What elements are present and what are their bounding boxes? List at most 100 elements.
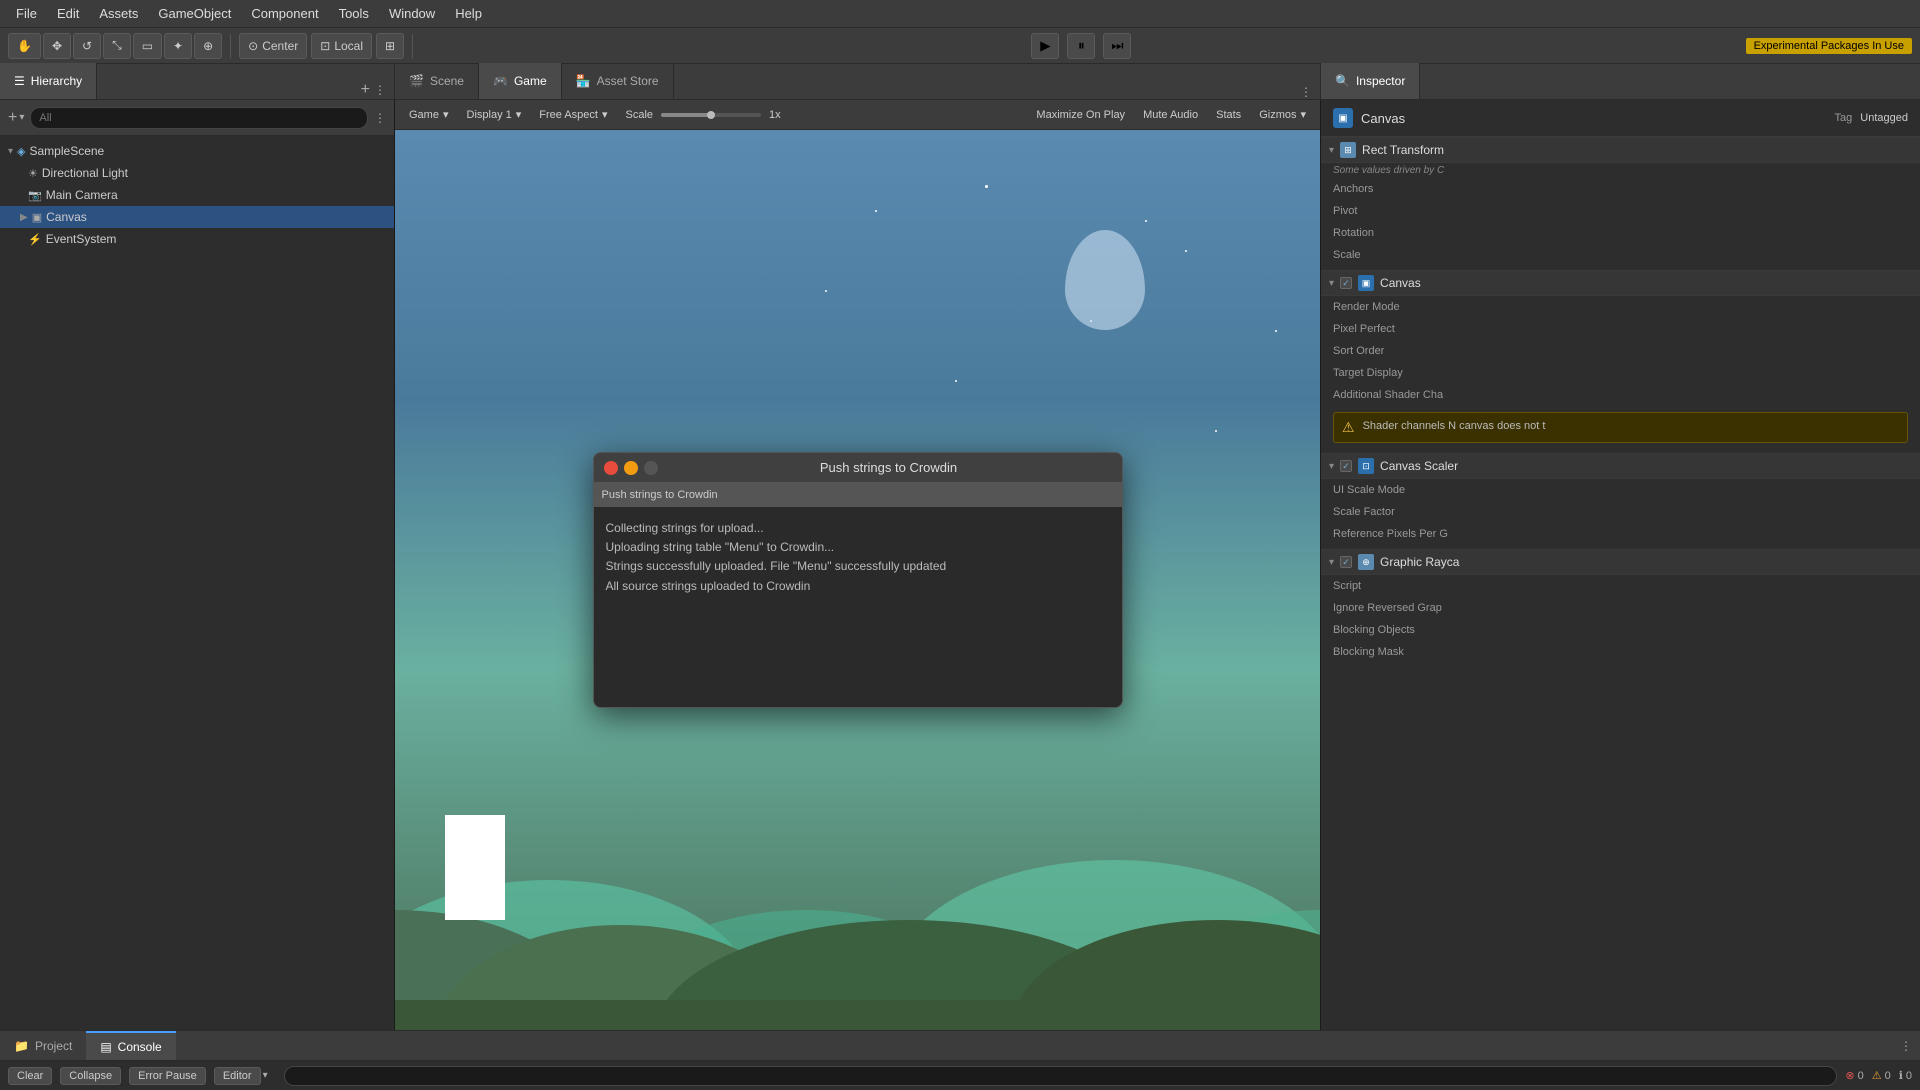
scale-control[interactable]: Scale 1x [620,107,787,123]
tab-inspector[interactable]: 🔍 Inspector [1321,63,1420,99]
game-display-selector[interactable]: Game ▾ [403,106,455,123]
rect-tool[interactable]: ▭ [133,33,162,59]
menu-assets[interactable]: Assets [91,4,146,23]
dialog-min-btn[interactable] [624,461,638,475]
light-icon: ☀ [28,167,38,180]
pause-btn[interactable]: ⏸ [1067,33,1095,59]
clear-btn[interactable]: Clear [8,1067,52,1085]
render-mode-row: Render Mode [1321,296,1920,318]
stats-btn[interactable]: Stats [1210,107,1247,123]
display-selector[interactable]: Display 1 ▾ [461,106,528,123]
blocking-mask-row: Blocking Mask [1321,641,1920,663]
star [875,210,877,212]
asset-store-icon: 🏪 [576,74,591,88]
move-tool[interactable]: ✥ [43,33,71,59]
blocking-objects-row: Blocking Objects [1321,619,1920,641]
center-btn[interactable]: ⊙ Center [239,33,307,59]
canvas-scaler-checkbox[interactable]: ✓ [1340,460,1352,472]
inspector-object-header: ▣ Canvas Tag Untagged [1321,100,1920,137]
canvas-scaler-section-header[interactable]: ▾ ✓ ⊡ Canvas Scaler [1321,453,1920,479]
shader-channels-label: Additional Shader Cha [1333,389,1473,401]
graphic-raycaster-checkbox[interactable]: ✓ [1340,556,1352,568]
dialog-progress-bar: Push strings to Crowdin [594,483,1122,507]
graphic-raycaster-section-header[interactable]: ▾ ✓ ⊕ Graphic Rayca [1321,549,1920,575]
camera-icon: 📷 [28,189,42,202]
local-btn[interactable]: ⊡ Local [311,33,372,59]
shader-channels-row: Additional Shader Cha [1321,384,1920,406]
canvas-scaler-enabled[interactable]: ✓ [1340,460,1352,472]
error-pause-btn[interactable]: Error Pause [129,1067,206,1085]
menu-edit[interactable]: Edit [49,4,87,23]
hier-item-eventsystem[interactable]: ⚡ EventSystem [0,228,394,250]
menu-tools[interactable]: Tools [331,4,377,23]
hand-tool[interactable]: ✋ [8,33,41,59]
event-icon: ⚡ [28,233,42,246]
console-search[interactable] [284,1066,1838,1086]
hier-item-directional-light[interactable]: ☀ Directional Light [0,162,394,184]
gizmos-arrow-icon: ▾ [1300,108,1306,121]
console-tab[interactable]: ▤ Console [86,1031,175,1061]
star [1275,330,1277,332]
warning-text: Shader channels N canvas does not t [1363,419,1546,434]
bottom-tab-bar: 📁 Project ▤ Console ⋮ [0,1030,1920,1060]
scale-tool[interactable]: ⤡ [103,33,131,59]
hier-item-main-camera[interactable]: 📷 Main Camera [0,184,394,206]
console-tab-icon: ▤ [100,1040,111,1054]
graphic-raycaster-enabled[interactable]: ✓ [1340,556,1352,568]
ref-pixels-label: Reference Pixels Per G [1333,528,1473,540]
editor-dropdown[interactable]: Editor ▾ [214,1067,268,1085]
play-controls: ▶ ⏸ ⏭ [421,33,1742,59]
add-btn[interactable]: +▾ [8,109,24,127]
graphic-raycaster-icon: ⊕ [1358,554,1374,570]
bottom-more-btn[interactable]: ⋮ [1900,1039,1912,1053]
tab-game[interactable]: 🎮 Game [479,63,562,99]
play-btn[interactable]: ▶ [1031,33,1059,59]
menu-gameobject[interactable]: GameObject [150,4,239,23]
project-tab[interactable]: 📁 Project [0,1031,86,1061]
scale-factor-row: Scale Factor [1321,501,1920,523]
scale-row: Scale [1321,244,1920,266]
target-display-label: Target Display [1333,367,1473,379]
star [985,185,988,188]
menu-file[interactable]: File [8,4,45,23]
canvas-section-header[interactable]: ▾ ✓ ▣ Canvas [1321,270,1920,296]
ui-scale-row: UI Scale Mode [1321,479,1920,501]
hier-label: Canvas [46,210,87,224]
anchors-row: Anchors [1321,178,1920,200]
tab-hierarchy[interactable]: ☰ Hierarchy [0,63,97,99]
editor-btn[interactable]: Editor [214,1067,261,1085]
hierarchy-more-btn[interactable]: ⋮ [374,111,386,125]
grid-btn[interactable]: ⊞ [376,33,404,59]
maximize-on-play[interactable]: Maximize On Play [1030,107,1131,123]
add-hierarchy-btn[interactable]: + [361,81,370,99]
gizmos-btn[interactable]: Gizmos ▾ [1253,106,1312,123]
collapse-btn[interactable]: Collapse [60,1067,121,1085]
menu-component[interactable]: Component [243,4,326,23]
custom-tool[interactable]: ⊕ [194,33,222,59]
rect-transform-section-header[interactable]: ▾ ⊞ Rect Transform [1321,137,1920,163]
canvas-enabled-toggle[interactable]: ✓ [1340,277,1352,289]
transform-tool[interactable]: ✦ [164,33,192,59]
step-btn[interactable]: ⏭ [1103,33,1131,59]
tab-scene[interactable]: 🎬 Scene [395,63,479,99]
hierarchy-header: +▾ ⋮ [0,100,394,136]
rotate-tool[interactable]: ↺ [73,33,101,59]
hier-item-samplescene[interactable]: ▾ ◈ SampleScene [0,140,394,162]
canvas-checkbox[interactable]: ✓ [1340,277,1352,289]
dialog-max-btn[interactable] [644,461,658,475]
canvas-scaler-label: Canvas Scaler [1380,459,1458,473]
more-options-btn[interactable]: ⋮ [1300,85,1312,99]
canvas-section-label: Canvas [1380,276,1421,290]
hier-item-canvas[interactable]: ▶ ▣ Canvas [0,206,394,228]
hier-label: Main Camera [46,188,118,202]
tab-asset-store[interactable]: 🏪 Asset Store [562,63,674,99]
canvas-scaler-arrow: ▾ [1329,461,1334,472]
menu-help[interactable]: Help [447,4,490,23]
aspect-selector[interactable]: Free Aspect ▾ [533,106,613,123]
dialog-close-btn[interactable] [604,461,618,475]
hierarchy-options-btn[interactable]: ⋮ [374,83,386,97]
menu-window[interactable]: Window [381,4,443,23]
blocking-objects-label: Blocking Objects [1333,624,1473,636]
mute-audio[interactable]: Mute Audio [1137,107,1204,123]
hierarchy-search[interactable] [30,107,368,129]
